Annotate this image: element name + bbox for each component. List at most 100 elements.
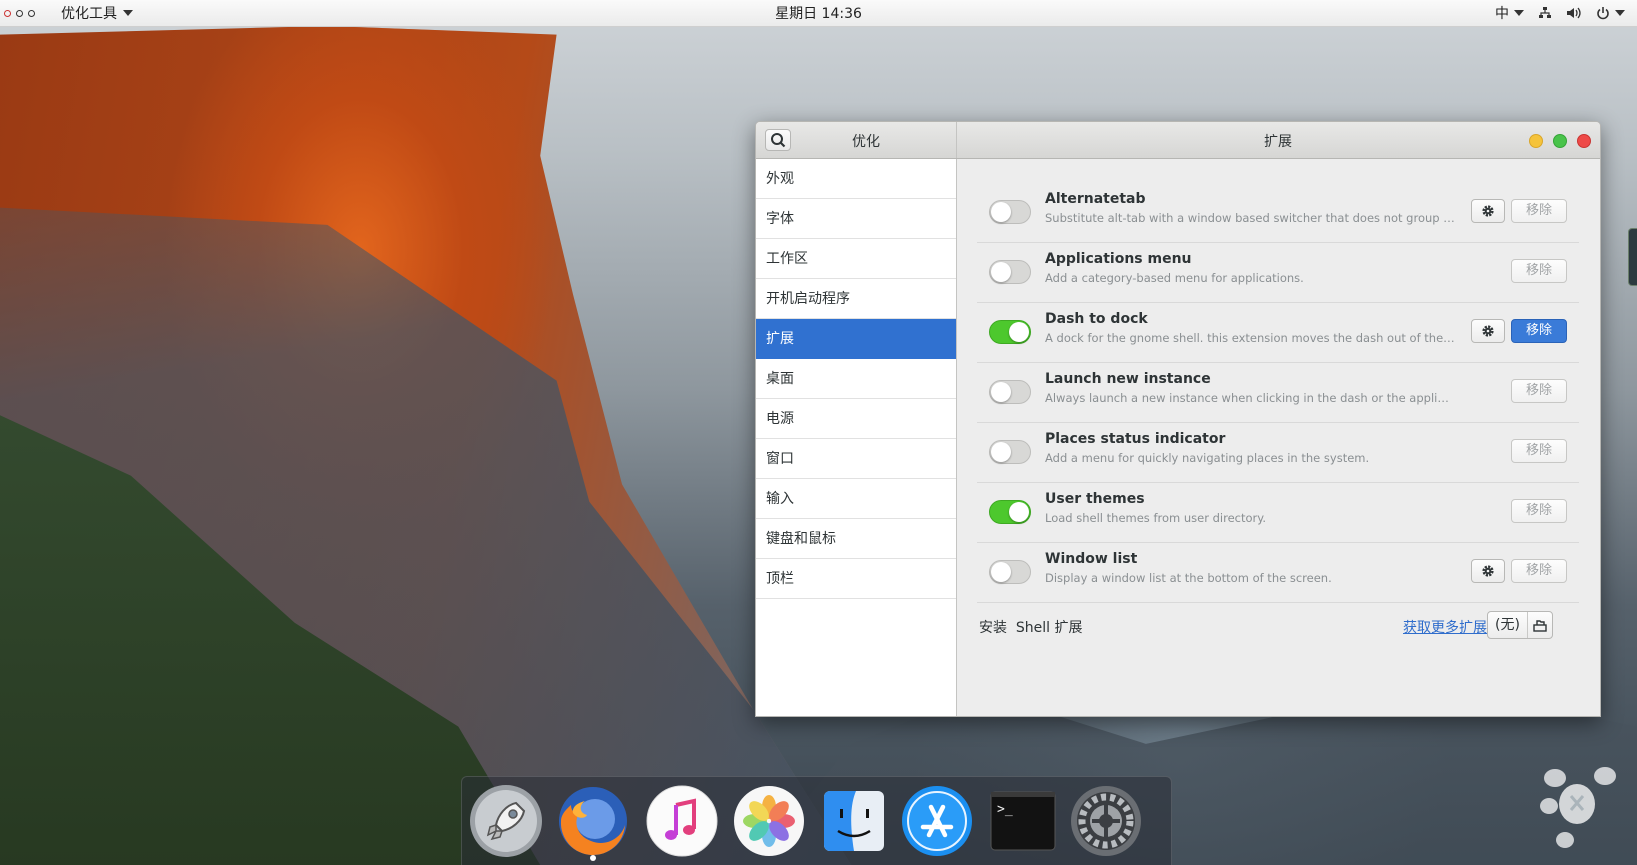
sidebar-item-desktop[interactable]: 桌面 — [756, 359, 956, 399]
get-more-extensions-link[interactable]: 获取更多扩展 — [1403, 617, 1487, 637]
dock-photos[interactable] — [731, 783, 807, 859]
extension-name: Window list — [1045, 551, 1138, 567]
paw-watermark-icon — [1540, 767, 1616, 848]
terminal-prompt: >_ — [997, 802, 1013, 817]
sidebar-item-top-bar[interactable]: 顶栏 — [756, 559, 956, 599]
tweak-tool-window: 优化 扩展 外观 字体 工作区 开机启动程序 扩展 桌面 电源 窗口 输入 键盘… — [755, 121, 1601, 717]
extension-description: Substitute alt-tab with a window based s… — [1045, 211, 1455, 225]
sidebar-item-fonts[interactable]: 字体 — [756, 199, 956, 239]
sidebar-title: 优化 — [852, 134, 880, 150]
extension-toggle[interactable] — [989, 260, 1031, 284]
extension-row-applications-menu: Applications menu Add a category-based m… — [977, 243, 1579, 303]
dock-music[interactable] — [644, 783, 720, 859]
extension-description: Always launch a new instance when clicki… — [1045, 391, 1455, 405]
extension-toggle[interactable] — [989, 320, 1031, 344]
maximize-button[interactable] — [1553, 134, 1567, 148]
input-method-indicator[interactable]: 中 — [1495, 3, 1524, 23]
extension-name: User themes — [1045, 491, 1145, 507]
dock: >_ — [461, 776, 1172, 865]
gear-icon — [1482, 205, 1494, 217]
extension-row-window-list: Window list Display a window list at the… — [977, 543, 1579, 603]
extension-row-dash-to-dock: Dash to dock A dock for the gnome shell.… — [977, 303, 1579, 363]
running-indicator — [590, 855, 596, 861]
extension-remove-button[interactable]: 移除 — [1511, 439, 1567, 463]
sidebar-header: 优化 — [756, 122, 957, 158]
extension-remove-button[interactable]: 移除 — [1511, 319, 1567, 343]
page-title: 扩展 — [1264, 134, 1292, 150]
chevron-down-icon — [1615, 10, 1625, 16]
screen-edge-handle — [1628, 228, 1637, 286]
dock-firefox[interactable] — [555, 783, 631, 861]
extension-name: Dash to dock — [1045, 311, 1148, 327]
extension-toggle[interactable] — [989, 440, 1031, 464]
dock-terminal[interactable]: >_ — [985, 783, 1061, 859]
firefox-icon — [559, 787, 627, 856]
gear-icon — [1482, 565, 1494, 577]
sidebar-item-extensions[interactable]: 扩展 — [756, 319, 956, 359]
sidebar-item-windows[interactable]: 窗口 — [756, 439, 956, 479]
titlebar[interactable]: 优化 扩展 — [756, 122, 1600, 159]
extension-row-user-themes: User themes Load shell themes from user … — [977, 483, 1579, 543]
extension-description: A dock for the gnome shell. this extensi… — [1045, 331, 1455, 345]
photos-icon — [734, 786, 804, 856]
finder-icon — [824, 791, 884, 851]
extension-settings-button[interactable] — [1471, 199, 1505, 223]
dock-system-settings[interactable] — [1068, 783, 1144, 859]
extension-toggle[interactable] — [989, 380, 1031, 404]
extension-row-places-status-indicator: Places status indicator Add a menu for q… — [977, 423, 1579, 483]
extension-description: Add a menu for quickly navigating places… — [1045, 451, 1370, 465]
sidebar-item-appearance[interactable]: 外观 — [756, 159, 956, 199]
dock-app-store[interactable] — [899, 783, 975, 859]
extension-description: Add a category-based menu for applicatio… — [1045, 271, 1304, 285]
close-button[interactable] — [1577, 134, 1591, 148]
extension-remove-button[interactable]: 移除 — [1511, 199, 1567, 223]
extension-toggle[interactable] — [989, 200, 1031, 224]
power-menu[interactable] — [1596, 6, 1625, 20]
extension-toggle[interactable] — [989, 560, 1031, 584]
sidebar-item-startup-apps[interactable]: 开机启动程序 — [756, 279, 956, 319]
launchpad-rocket-icon — [470, 785, 542, 857]
extension-remove-button[interactable]: 移除 — [1511, 379, 1567, 403]
extension-name: Places status indicator — [1045, 431, 1226, 447]
extension-description: Display a window list at the bottom of t… — [1045, 571, 1332, 585]
dock-launchpad[interactable] — [468, 783, 544, 859]
sidebar-item-power[interactable]: 电源 — [756, 399, 956, 439]
extension-name: Applications menu — [1045, 251, 1192, 267]
extension-row-launch-new-instance: Launch new instance Always launch a new … — [977, 363, 1579, 423]
extension-description: Load shell themes from user directory. — [1045, 511, 1267, 525]
top-bar: 优化工具 星期日 14:36 中 — [0, 0, 1637, 27]
extension-settings-button[interactable] — [1471, 559, 1505, 583]
extension-toggle[interactable] — [989, 500, 1031, 524]
clock[interactable]: 星期日 14:36 — [0, 3, 1637, 23]
chevron-down-icon — [1514, 10, 1524, 16]
system-settings-icon — [1071, 786, 1141, 856]
terminal-icon: >_ — [990, 791, 1056, 851]
app-store-icon — [902, 786, 972, 856]
dock-finder[interactable] — [816, 783, 892, 859]
file-chooser-value: (无) — [1488, 612, 1528, 638]
extension-file-chooser[interactable]: (无) — [1487, 611, 1553, 639]
network-icon[interactable] — [1538, 6, 1552, 20]
sidebar: 外观 字体 工作区 开机启动程序 扩展 桌面 电源 窗口 输入 键盘和鼠标 顶栏 — [756, 159, 957, 716]
system-tray[interactable]: 中 — [1495, 3, 1625, 23]
sidebar-item-input[interactable]: 输入 — [756, 479, 956, 519]
volume-icon[interactable] — [1566, 6, 1582, 20]
install-extension-footer: 安装 Shell 扩展 获取更多扩展 (无) — [977, 611, 1579, 641]
extension-settings-button[interactable] — [1471, 319, 1505, 343]
extension-list: Alternatetab Substitute alt-tab with a w… — [977, 183, 1579, 603]
extension-name: Launch new instance — [1045, 371, 1211, 387]
minimize-button[interactable] — [1529, 134, 1543, 148]
extension-row-alternatetab: Alternatetab Substitute alt-tab with a w… — [977, 183, 1579, 243]
gear-icon — [1482, 325, 1494, 337]
music-icon — [646, 785, 718, 857]
extensions-panel: Alternatetab Substitute alt-tab with a w… — [957, 159, 1600, 716]
extension-remove-button[interactable]: 移除 — [1511, 499, 1567, 523]
open-file-icon — [1528, 618, 1552, 632]
power-icon — [1597, 7, 1609, 20]
extension-name: Alternatetab — [1045, 191, 1146, 207]
sidebar-item-workspaces[interactable]: 工作区 — [756, 239, 956, 279]
extension-remove-button[interactable]: 移除 — [1511, 259, 1567, 283]
extension-remove-button[interactable]: 移除 — [1511, 559, 1567, 583]
sidebar-item-keyboard-mouse[interactable]: 键盘和鼠标 — [756, 519, 956, 559]
install-shell-extension-label: 安装 Shell 扩展 — [979, 620, 1083, 636]
